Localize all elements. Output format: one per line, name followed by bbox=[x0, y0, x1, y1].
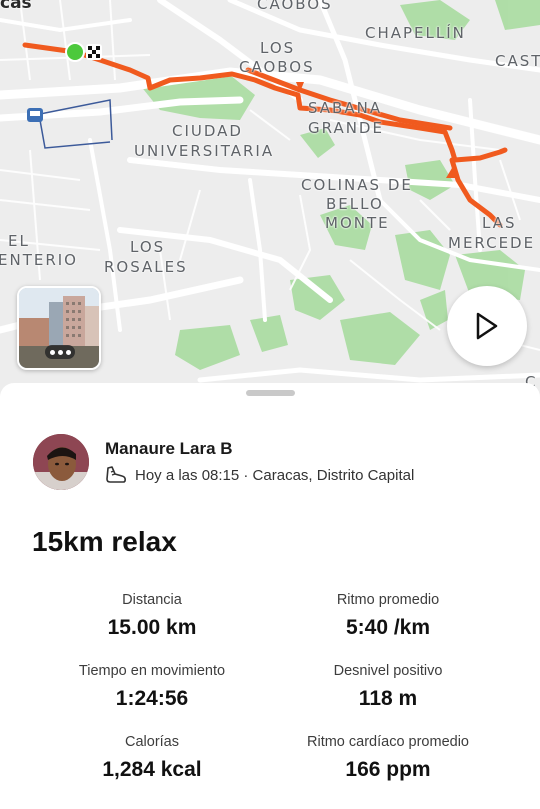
map-label-chapellin: CHAPELLÍN bbox=[365, 24, 466, 42]
sheet-drag-handle[interactable] bbox=[246, 390, 295, 396]
route-map[interactable]: cas CAOBOS CHAPELLÍN LOS CAOBOS CAST SAB… bbox=[0, 0, 540, 400]
stat-value: 1,284 kcal bbox=[102, 758, 202, 781]
stat-label: Ritmo promedio bbox=[336, 592, 440, 608]
stat-value: 5:40 /km bbox=[345, 616, 431, 639]
activity-meta: Hoy a las 08:15 · Caracas, Distrito Capi… bbox=[105, 465, 414, 485]
stat-label: Desnivel positivo bbox=[333, 663, 443, 679]
start-marker-icon bbox=[65, 42, 85, 62]
map-label-colinas-2: BELLO bbox=[326, 195, 384, 213]
running-shoe-icon bbox=[106, 466, 126, 483]
map-label-sabana-2: GRANDE bbox=[308, 119, 384, 137]
activity-photo-thumbnail[interactable] bbox=[17, 286, 101, 370]
map-label-las: LAS bbox=[482, 214, 517, 232]
map-label-colinas-1: COLINAS DE bbox=[301, 176, 413, 194]
map-label-el: EL bbox=[8, 232, 30, 250]
stat-value: 15.00 km bbox=[107, 616, 197, 639]
stat-value: 1:24:56 bbox=[115, 687, 189, 710]
map-label-city: cas bbox=[0, 0, 32, 13]
stat-distance: Distancia 15.00 km bbox=[27, 591, 277, 640]
map-label-los-rosales-2: ROSALES bbox=[104, 258, 188, 276]
stat-label: Ritmo cardíaco promedio bbox=[307, 734, 469, 750]
avatar[interactable] bbox=[33, 434, 89, 490]
map-label-colinas-3: MONTE bbox=[325, 214, 390, 232]
stat-avg-pace: Ritmo promedio 5:40 /km bbox=[263, 591, 513, 640]
map-label-mercedes: MERCEDE bbox=[448, 234, 536, 252]
finish-flag-icon bbox=[86, 44, 102, 60]
stat-elevation-gain: Desnivel positivo 118 m bbox=[263, 662, 513, 711]
play-flyover-button[interactable] bbox=[447, 286, 527, 366]
stat-avg-heart-rate: Ritmo cardíaco promedio 166 ppm bbox=[263, 733, 513, 782]
map-label-los-caobos-2: CAOBOS bbox=[239, 58, 315, 76]
more-dots-icon bbox=[45, 345, 75, 359]
activity-date-location: Hoy a las 08:15 · Caracas, Distrito Capi… bbox=[135, 466, 415, 484]
athlete-name[interactable]: Manaure Lara B bbox=[105, 439, 233, 459]
map-label-sabana-1: SABANA bbox=[308, 99, 383, 117]
stat-calories: Calorías 1,284 kcal bbox=[27, 733, 277, 782]
stat-value: 118 m bbox=[358, 687, 418, 710]
stat-label: Distancia bbox=[122, 592, 182, 608]
activity-sheet: Manaure Lara B Hoy a las 08:15 · Caracas… bbox=[0, 383, 540, 809]
map-label-los-rosales-1: LOS bbox=[130, 238, 166, 256]
map-label-ciudad-1: CIUDAD bbox=[172, 122, 243, 140]
activity-detail-screen: cas CAOBOS CHAPELLÍN LOS CAOBOS CAST SAB… bbox=[0, 0, 540, 809]
avatar-image bbox=[33, 434, 89, 490]
map-label-caobos-top: CAOBOS bbox=[257, 0, 333, 13]
stat-value: 166 ppm bbox=[345, 758, 431, 781]
map-label-ciudad-2: UNIVERSITARIA bbox=[134, 142, 275, 160]
stat-moving-time: Tiempo en movimiento 1:24:56 bbox=[27, 662, 277, 711]
play-icon bbox=[476, 312, 498, 340]
activity-title: 15km relax bbox=[32, 526, 177, 557]
map-label-cementerio: ENTERIO bbox=[0, 251, 78, 269]
stat-label: Calorías bbox=[125, 734, 179, 750]
map-label-los-caobos-1: LOS bbox=[260, 39, 296, 57]
stat-label: Tiempo en movimiento bbox=[78, 663, 226, 679]
map-label-cast: CAST bbox=[495, 52, 540, 70]
